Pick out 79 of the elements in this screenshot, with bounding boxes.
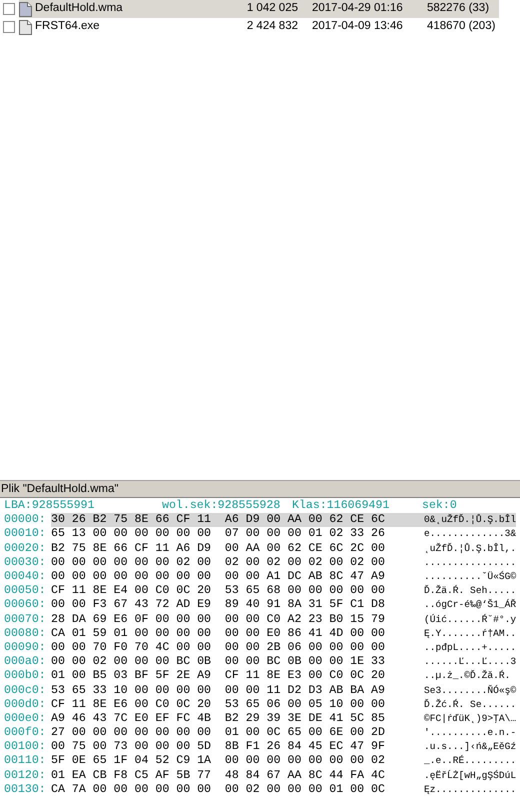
file-size: 1 042 025	[246, 1, 298, 16]
hex-bytes[interactable]: CA 7A 00 00 00 00 00 00 00 02 00 00 00 01 00 0C	[51, 782, 424, 797]
hex-bytes[interactable]: B2 75 8E 66 CF 11 A6 D9 00 AA 00 62 CE 6C 2C 00	[51, 542, 424, 556]
row-offset: 00000:	[4, 513, 47, 528]
ascii-text: 0&˛uŽfĎ.¦Ů.Ş.bÎl	[424, 513, 516, 528]
row-offset: 00020:	[4, 542, 47, 556]
checkbox[interactable]	[3, 21, 15, 33]
row-offset: 00120:	[4, 768, 47, 783]
row-offset: 00100:	[4, 740, 47, 754]
ascii-text: ..........ˇÜ«ŚG©	[424, 570, 516, 584]
file-date: 2017-04-09 13:46	[311, 19, 404, 34]
hex-bytes[interactable]: A9 46 43 7C E0 EF FC 4B B2 29 39 3E DE 41 5C 85	[51, 712, 424, 726]
hex-bytes[interactable]: 00 00 F3 67 43 72 AD E9 89 40 91 8A 31 5F C1 D8	[51, 598, 424, 613]
row-offset: 000e0:	[4, 712, 47, 726]
file-icon	[19, 20, 32, 34]
ascii-text: e.............3&	[424, 527, 516, 542]
file-row[interactable]: DefaultHold.wma 1 042 025 2017-04-29 01:16 582276 (33)	[19, 0, 499, 18]
file-name: FRST64.exe	[35, 19, 101, 34]
row-offset: 000c0:	[4, 684, 47, 698]
hex-bytes[interactable]: 00 00 70 F0 70 4C 00 00 00 00 2B 06 00 00 00 00	[51, 640, 424, 656]
checkbox[interactable]	[3, 3, 15, 15]
file-date: 2017-04-29 01:16	[311, 1, 404, 16]
row-offset: 00080:	[4, 626, 47, 641]
row-offset: 00010:	[4, 527, 47, 542]
row-offset: 00070:	[4, 612, 47, 627]
ascii-text: '..........e.n.-	[424, 726, 516, 740]
hex-bytes[interactable]: CF 11 8E E6 00 C0 0C 20 53 65 06 00 05 10 00 00	[51, 698, 424, 712]
hex-bytes[interactable]: 00 75 00 73 00 00 00 5D 8B F1 26 84 45 EC 47 9F	[51, 740, 424, 754]
ascii-text: Ď.Žä.Ŕ. Seh.....	[424, 584, 516, 598]
ascii-text: Ę.Y.......ŕ†AM..	[424, 626, 516, 641]
file-size: 2 424 832	[246, 19, 298, 34]
free-sector-label: wol.sek:928555928	[162, 499, 282, 514]
row-offset: 00040:	[4, 570, 47, 584]
cluster-label: Klas:116069491	[292, 499, 390, 514]
ascii-text: Se3........ŇÓ«ş©	[424, 684, 516, 698]
hex-bytes[interactable]: CA 01 59 01 00 00 00 00 00 00 E0 86 41 4D 00 00	[51, 626, 424, 641]
row-offset: 00050:	[4, 584, 47, 598]
ascii-text: ......Ľ...Ľ....3	[424, 655, 516, 670]
hex-bytes[interactable]: 01 EA CB F8 C5 AF 5B 77 48 84 67 AA 8C 44 FA 4C	[51, 768, 424, 783]
ascii-text: .ęËřĹŻ[wH„gŞŚDúL	[424, 768, 516, 783]
panel-title: Plik "DefaultHold.wma"	[0, 480, 520, 498]
ascii-text: Ď.Žć.Ŕ. Se......	[424, 698, 516, 712]
row-offset: 00110:	[4, 754, 47, 769]
file-name: DefaultHold.wma	[35, 1, 124, 16]
row-offset: 00130:	[4, 782, 47, 797]
ascii-text: ©FC|ŕďüK˛)9>ŢA\…	[424, 712, 516, 726]
hex-bytes[interactable]: CF 11 8E E4 00 C0 0C 20 53 65 68 00 00 00 00 00	[51, 584, 424, 598]
sector-label: sek:0	[422, 499, 457, 514]
file-icon	[19, 2, 32, 16]
row-offset: 000b0:	[4, 669, 47, 684]
ascii-text: Ęz..............	[424, 782, 516, 797]
ascii-text: .u.s...]‹ń&„EěGź	[424, 740, 516, 754]
hex-bytes[interactable]: 00 00 02 00 00 00 BC 0B 00 00 BC 0B 00 00 1E 33	[51, 655, 424, 670]
row-offset: 00030:	[4, 556, 47, 570]
row-offset: 00060:	[4, 598, 47, 613]
row-offset: 00090:	[4, 640, 47, 656]
row-offset: 000a0:	[4, 655, 47, 670]
ascii-text: ..pđpL....+.....	[424, 640, 516, 655]
ascii-text: ..µ.ż_.©Ď.Žă.Ŕ.	[424, 669, 512, 684]
ascii-text: _.e..RÉ.........	[424, 754, 516, 768]
row-offset: 000d0:	[4, 698, 47, 712]
hex-bytes[interactable]: 27 00 00 00 00 00 00 00 01 00 0C 65 00 6E 00 2D	[51, 726, 424, 740]
file-row[interactable]: FRST64.exe 2 424 832 2017-04-09 13:46 418670 (203)	[19, 18, 499, 36]
hex-bytes[interactable]: 65 13 00 00 00 00 00 00 07 00 00 00 01 02 33 26	[51, 527, 424, 542]
hex-bytes[interactable]: 5F 0E 65 1F 04 52 C9 1A 00 00 00 00 00 00 00 02	[51, 754, 424, 769]
file-clusters: 582276 (33)	[426, 1, 490, 16]
ascii-text: ................	[424, 556, 516, 570]
lba-label: LBA:928555991	[4, 499, 96, 514]
file-clusters: 418670 (203)	[426, 19, 496, 34]
ascii-text: ..ógCr-é‰@‘Š1_ÁŘ	[424, 598, 516, 612]
hex-bytes[interactable]: 53 65 33 10 00 00 00 00 00 00 11 D2 D3 AB BA A9	[51, 684, 424, 698]
hex-bytes[interactable]: 28 DA 69 E6 0F 00 00 00 00 00 C0 A2 23 B0 15 79	[51, 612, 424, 627]
hex-bytes[interactable]: 30 26 B2 75 8E 66 CF 11 A6 D9 00 AA 00 62 CE 6C	[51, 513, 424, 528]
hex-bytes[interactable]: 00 00 00 00 00 00 00 00 00 00 A1 DC AB 8C 47 A9	[51, 570, 424, 584]
hex-bytes[interactable]: 01 00 B5 03 BF 5F 2E A9 CF 11 8E E3 00 C0 0C 20	[51, 669, 424, 684]
ascii-text: ˛uŽfĎ.¦Ů.Ş.bÎl,.	[424, 542, 516, 556]
ascii-text: (Úić......Ŕ˘#°.y	[424, 612, 516, 627]
hex-bytes[interactable]: 00 00 00 00 00 00 02 00 02 00 02 00 02 00 02 00	[51, 556, 424, 570]
row-offset: 000f0:	[4, 726, 47, 740]
